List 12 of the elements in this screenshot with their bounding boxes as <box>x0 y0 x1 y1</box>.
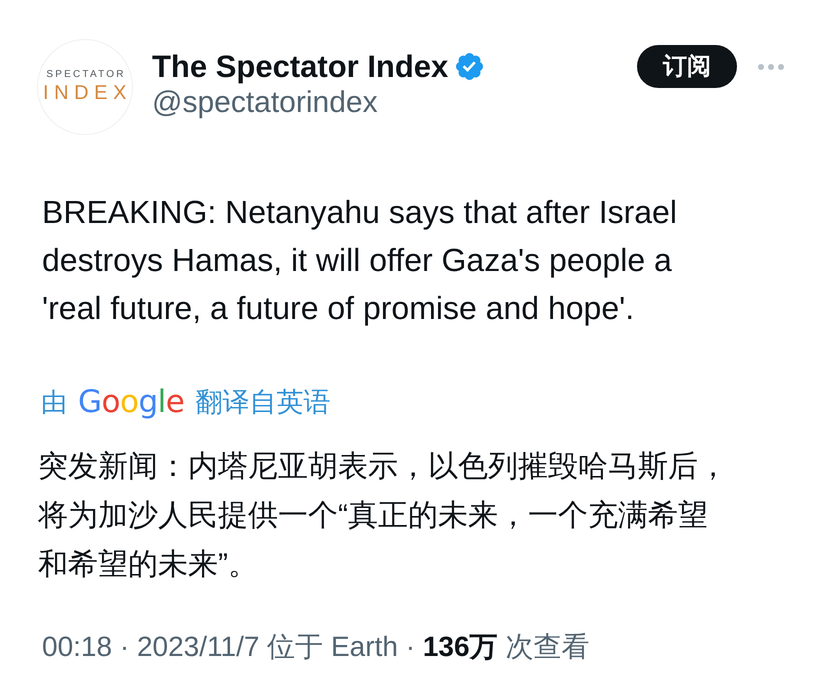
translation-prefix: 由 <box>41 386 67 419</box>
google-logo[interactable]: Google <box>78 384 184 420</box>
subscribe-button[interactable]: 订阅 <box>637 45 737 88</box>
avatar-logo-text: INDEX <box>42 81 132 105</box>
tweet-text: BREAKING: Netanyahu says that after Israel destroys Hamas, it will offer Gaza's people a 'real future, a future of promise and hope'. <box>42 193 678 328</box>
translated-text: 突发新闻：内塔尼亚胡表示，以色列摧毁哈马斯后，将为加沙人民提供一个“真正的未来，一个充满希望和希望的未来”。 <box>38 449 729 583</box>
author-name[interactable]: The Spectator Index <box>152 48 448 85</box>
more-icon[interactable] <box>758 64 784 70</box>
author-handle[interactable]: @spectatorindex <box>152 86 484 120</box>
tweet-meta: 00:18 · 2023/11/7 位于 Earth · 136万 次查看 <box>41 630 590 664</box>
avatar-logo-text: SPECTATOR <box>45 69 126 81</box>
avatar[interactable]: SPECTATOR INDEX <box>37 39 133 135</box>
